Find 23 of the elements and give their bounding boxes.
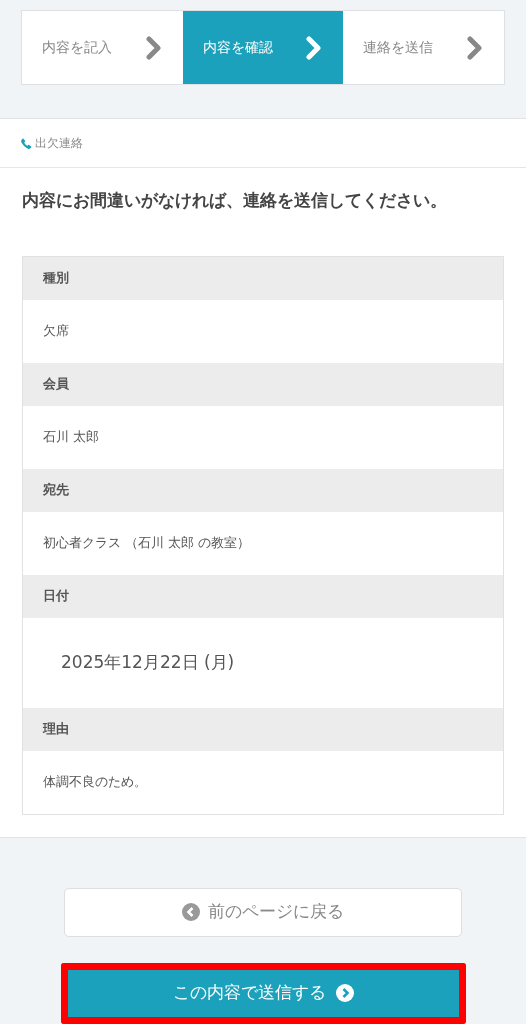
field-value: 初心者クラス （石川 太郎 の教室）: [43, 534, 251, 553]
field-value: 石川 太郎: [43, 428, 100, 447]
field-label: 宛先: [43, 481, 69, 500]
chevron-right-icon: [305, 35, 324, 60]
step-tab[interactable]: 内容を確認: [182, 11, 344, 84]
back-button[interactable]: 前のページに戻る: [64, 887, 462, 937]
field-label: 日付: [43, 587, 69, 606]
phone-icon: [21, 137, 32, 149]
chevron-right-icon: [466, 35, 484, 60]
field-label: 会員: [43, 375, 69, 394]
step-tab[interactable]: 連絡を送信: [343, 11, 504, 84]
chevron-right-icon: [144, 35, 163, 60]
chevron-left-circle-icon: [182, 903, 200, 921]
field-value: 体調不良のため。: [43, 773, 147, 792]
card-header-title: 出欠連絡: [35, 135, 83, 152]
field-value: 2025年12月22日 (月): [61, 650, 235, 674]
submit-button[interactable]: この内容で送信する: [60, 962, 466, 1024]
confirmation-message: 内容にお間違いがなければ、連絡を送信してください。: [21, 189, 448, 212]
field-value: 欠席: [43, 322, 69, 341]
field-label: 種別: [43, 269, 69, 288]
step-tab[interactable]: 内容を記入: [22, 11, 183, 84]
chevron-right-circle-icon: [335, 984, 354, 1002]
field-label: 理由: [43, 720, 69, 739]
